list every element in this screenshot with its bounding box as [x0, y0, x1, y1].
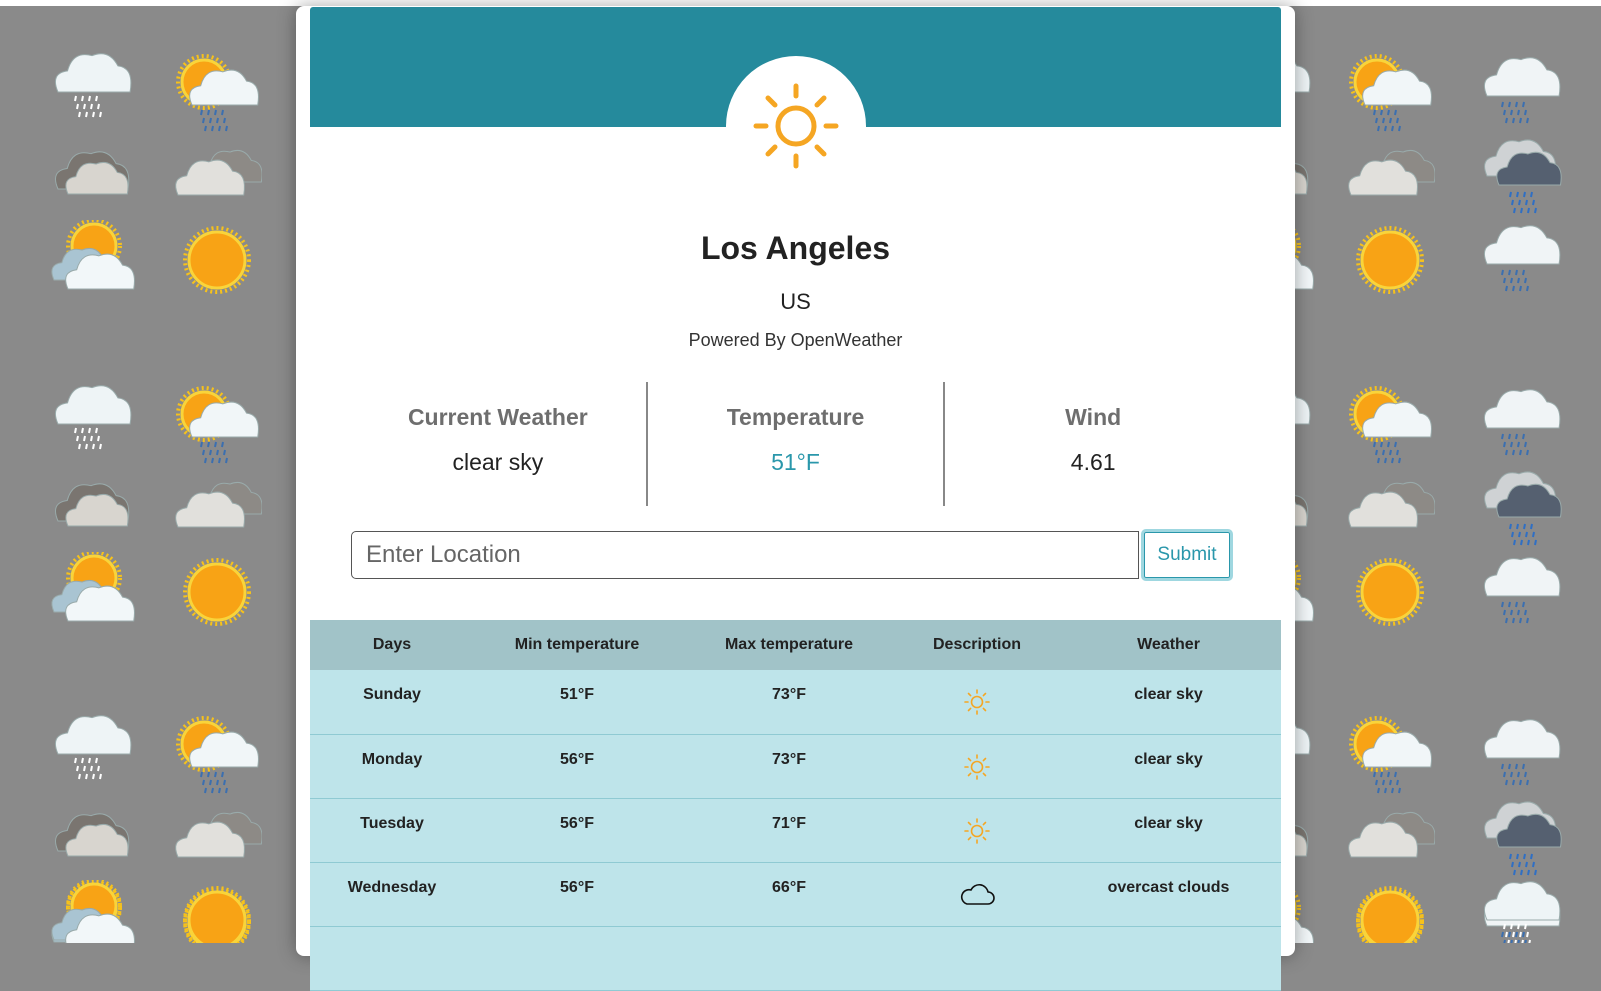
dark-clouds-icon	[46, 470, 136, 550]
min-temp-cell: 56°F	[474, 798, 680, 863]
location-input[interactable]	[351, 531, 1139, 579]
sun-rain-cloud-icon	[172, 52, 262, 132]
current-weather-label: Current Weather	[407, 404, 588, 430]
current-weather-icon-badge	[726, 56, 866, 196]
sun-rain-cloud-icon	[172, 384, 262, 464]
temperature-stat: Temperature 51°F	[645, 382, 944, 506]
weather-cell: clear sky	[1056, 670, 1281, 735]
snow-cloud-icon	[1475, 880, 1565, 943]
sun-icon	[964, 753, 990, 780]
sun-icon	[172, 880, 262, 943]
table-row: Monday 56°F 73°F clear sky	[310, 734, 1281, 799]
forecast-header-row: Days Min temperature Max temperature Des…	[310, 620, 1281, 670]
header-min-temperature: Min temperature	[474, 620, 680, 670]
grey-clouds-icon	[172, 470, 263, 550]
weather-cell: clear sky	[1056, 734, 1281, 799]
weather-card: Los Angeles US Powered By OpenWeather Cu…	[296, 6, 1295, 991]
sun-rain-cloud-icon	[1345, 714, 1435, 794]
day-cell: Monday	[310, 734, 474, 799]
current-stats: Current Weather clear sky Temperature 51…	[350, 382, 1241, 506]
snow-cloud-icon	[46, 384, 136, 464]
table-row: Tuesday 56°F 71°F clear sky	[310, 798, 1281, 863]
rain-cloud-icon	[1475, 552, 1565, 632]
table-row: Sunday 51°F 73°F clear sky	[310, 670, 1281, 735]
max-temp-cell: 73°F	[680, 670, 898, 735]
sun-icon	[1345, 880, 1435, 943]
partly-cloudy-icon	[46, 550, 136, 632]
grey-clouds-icon	[172, 800, 263, 880]
day-cell: Tuesday	[310, 798, 474, 863]
sun-icon	[964, 817, 990, 844]
wind-stat: Wind 4.61	[943, 382, 1241, 506]
table-row: Wednesday 56°F 66°F overcast clouds	[310, 862, 1281, 927]
grey-clouds-icon	[1345, 800, 1436, 880]
max-temp-cell: 66°F	[680, 862, 898, 927]
grey-clouds-icon	[172, 138, 263, 218]
submit-button[interactable]: Submit	[1141, 529, 1233, 581]
location-search: Submit	[351, 529, 1243, 581]
temperature-label: Temperature	[726, 404, 865, 430]
description-icon-cell	[898, 798, 1056, 863]
forecast-table: Days Min temperature Max temperature Des…	[310, 620, 1281, 991]
weather-cell: overcast clouds	[1056, 862, 1281, 927]
header-max-temperature: Max temperature	[680, 620, 898, 670]
wind-label: Wind	[1065, 404, 1122, 430]
sun-rain-cloud-icon	[1345, 384, 1435, 464]
day-cell: Sunday	[310, 670, 474, 735]
rain-cloud-icon	[1475, 384, 1565, 464]
grey-clouds-icon	[1345, 470, 1436, 550]
storm-rain-cloud-icon	[1475, 470, 1565, 550]
city-name: Los Angeles	[700, 230, 891, 266]
max-temp-cell: 73°F	[680, 734, 898, 799]
header-weather: Weather	[1056, 620, 1281, 670]
day-cell: Wednesday	[310, 862, 474, 927]
wind-value: 4.61	[1070, 449, 1116, 475]
dark-clouds-icon	[46, 138, 136, 218]
country-code: US	[780, 289, 811, 314]
sun-icon	[172, 220, 262, 300]
header-description: Description	[898, 620, 1056, 670]
storm-rain-cloud-icon	[1475, 138, 1565, 218]
sun-rain-cloud-icon	[1345, 52, 1435, 132]
min-temp-cell: 51°F	[474, 670, 680, 735]
snow-cloud-icon	[46, 714, 136, 794]
description-icon-cell	[898, 734, 1056, 799]
sun-icon	[964, 689, 990, 715]
storm-rain-cloud-icon	[1475, 800, 1565, 880]
snow-cloud-icon	[46, 52, 136, 132]
min-temp-cell: 56°F	[474, 862, 680, 927]
partly-cloudy-icon	[46, 218, 136, 300]
sun-icon	[1345, 552, 1435, 632]
sun-rain-cloud-icon	[172, 714, 262, 794]
powered-by-text: Powered By OpenWeather	[688, 330, 903, 350]
sun-icon	[172, 552, 262, 632]
description-icon-cell	[898, 670, 1056, 735]
rain-cloud-icon	[1475, 220, 1565, 300]
header-days: Days	[310, 620, 474, 670]
current-weather-stat: Current Weather clear sky	[350, 382, 646, 506]
sun-icon	[753, 83, 839, 169]
current-weather-value: clear sky	[452, 449, 544, 475]
cloud-icon	[960, 883, 995, 905]
grey-clouds-icon	[1345, 138, 1436, 218]
max-temp-cell: 71°F	[680, 798, 898, 863]
rain-cloud-icon	[1475, 52, 1565, 132]
min-temp-cell: 56°F	[474, 734, 680, 799]
rain-cloud-icon	[1475, 714, 1565, 794]
temperature-value: 51°F	[771, 449, 820, 475]
partly-cloudy-icon	[46, 878, 136, 943]
sun-icon	[1345, 220, 1435, 300]
dark-clouds-icon	[46, 800, 136, 880]
weather-cell: clear sky	[1056, 798, 1281, 863]
table-row-partial	[310, 926, 1281, 991]
description-icon-cell	[898, 862, 1056, 927]
